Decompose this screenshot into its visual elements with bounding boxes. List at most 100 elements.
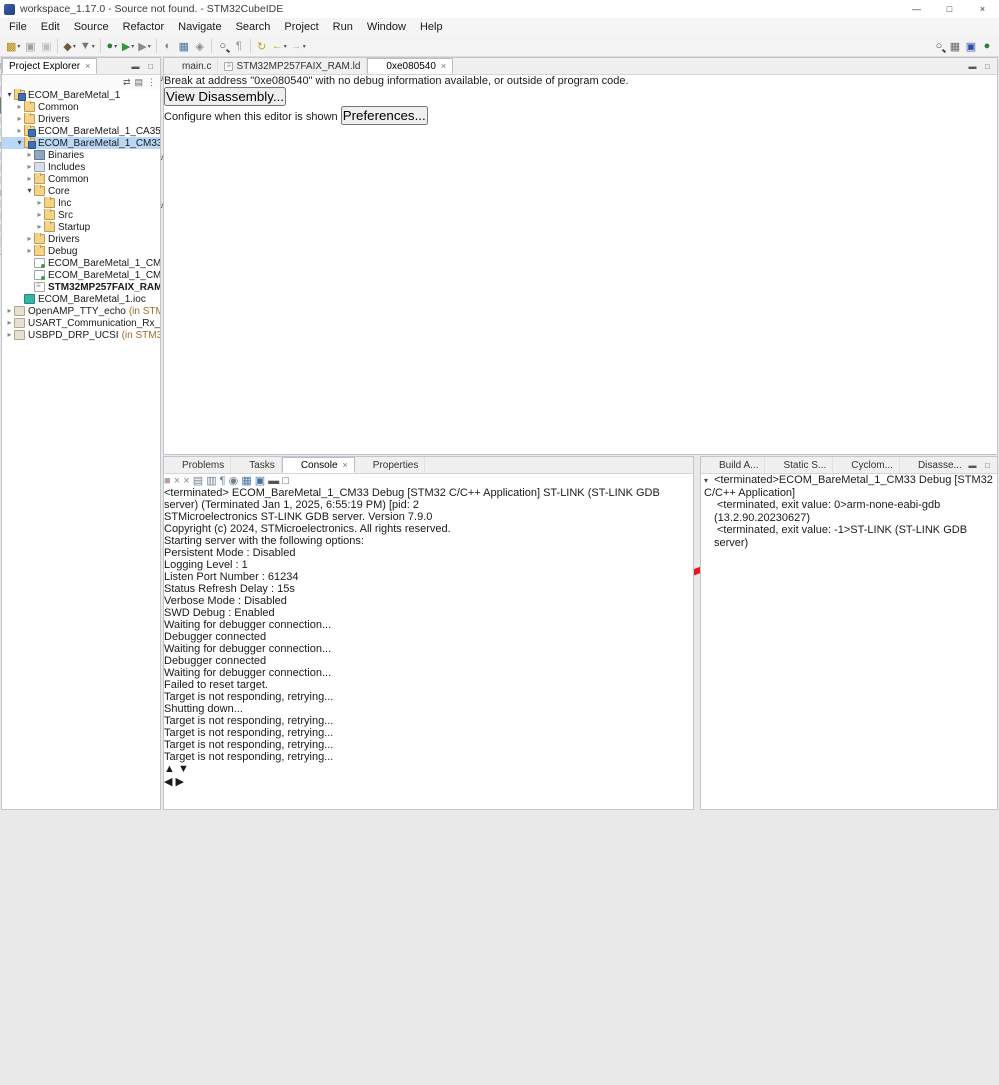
remove-launch-button[interactable]: × — [174, 475, 180, 487]
menu-file[interactable]: File — [2, 18, 34, 36]
tree-item[interactable]: Drivers — [2, 233, 160, 245]
tab-properties[interactable]: Properties — [355, 457, 426, 473]
scroll-lock-button[interactable]: ▥ — [206, 475, 216, 487]
tab-cyclomatic-complexity[interactable]: Cyclom... — [833, 457, 900, 473]
remove-all-terminated-button[interactable]: × — [183, 475, 189, 487]
expand-arrow-icon[interactable] — [35, 209, 44, 221]
scroll-right-icon[interactable]: ▶ — [176, 776, 184, 788]
tree-item[interactable]: ECOM_BareMetal_1_CM33 Debu... — [2, 257, 160, 269]
view-menu-button[interactable]: ⋮ — [147, 77, 156, 88]
program-device-button[interactable]: ◈ — [192, 38, 208, 55]
menu-run[interactable]: Run — [326, 18, 360, 36]
window-minimize-button[interactable]: — — [900, 0, 933, 18]
forward-button[interactable]: → — [289, 38, 308, 55]
debug-tree-item[interactable]: <terminated, exit value: -1>ST-LINK (ST-… — [701, 524, 997, 549]
search-icon[interactable]: ○ — [931, 38, 947, 55]
tree-item[interactable]: Includes — [2, 161, 160, 173]
clear-console-button[interactable]: ▤ — [193, 475, 203, 487]
tree-item[interactable]: Drivers — [2, 113, 160, 125]
expand-arrow-icon[interactable] — [15, 101, 24, 113]
expand-arrow-icon[interactable] — [25, 149, 34, 161]
external-tools-button[interactable]: ▶ — [136, 38, 152, 55]
menu-refactor[interactable]: Refactor — [116, 18, 172, 36]
tab-0xe080540[interactable]: 0xe080540 × — [367, 58, 454, 74]
cpp-perspective-button[interactable]: ▣ — [963, 38, 979, 55]
tab-main-c[interactable]: main.c — [164, 58, 219, 74]
debug-tree-item[interactable]: <terminated, exit value: 0>arm-none-eabi… — [701, 499, 997, 524]
tree-item[interactable]: ECOM_BareMetal_1_CM33 (in CM3 — [2, 137, 160, 149]
expand-arrow-icon[interactable] — [25, 245, 34, 257]
menu-search[interactable]: Search — [229, 18, 278, 36]
collapse-all-button[interactable]: ▤ — [134, 77, 143, 88]
expand-arrow-icon[interactable] — [5, 89, 14, 101]
menu-edit[interactable]: Edit — [34, 18, 67, 36]
expand-arrow-icon[interactable] — [5, 317, 14, 329]
console-output[interactable]: <terminated> ECOM_BareMetal_1_CM33 Debug… — [164, 487, 693, 763]
tab-close-icon[interactable]: × — [343, 460, 348, 470]
save-all-button[interactable]: ▣ — [38, 38, 54, 55]
tree-item[interactable]: Binaries — [2, 149, 160, 161]
tree-item[interactable]: Common — [2, 173, 160, 185]
tree-item[interactable]: ECOM_BareMetal_1.ioc — [2, 293, 160, 305]
expand-arrow-icon[interactable] — [15, 137, 24, 149]
tree-item[interactable]: Common — [2, 101, 160, 113]
expand-arrow-icon[interactable] — [25, 161, 34, 173]
build-config-button[interactable]: ▼ — [78, 38, 97, 55]
window-maximize-button[interactable]: □ — [933, 0, 966, 18]
expand-arrow-icon[interactable] — [25, 173, 34, 185]
tab-tasks[interactable]: Tasks — [231, 457, 282, 473]
save-button[interactable]: ▣ — [22, 38, 38, 55]
tab-close-icon[interactable]: × — [85, 61, 90, 71]
tree-item[interactable]: Debug — [2, 245, 160, 257]
pin-console-button[interactable]: ◉ — [229, 475, 239, 487]
debug-perspective-button[interactable]: ● — [979, 38, 995, 55]
window-close-button[interactable]: × — [966, 0, 999, 18]
display-selected-console-button[interactable]: ▦ — [241, 475, 251, 487]
new-wizard-button[interactable]: ▩ — [4, 38, 22, 55]
view-disassembly-button[interactable]: View Disassembly... — [164, 87, 287, 106]
menu-project[interactable]: Project — [277, 18, 325, 36]
expand-arrow-icon[interactable] — [25, 233, 34, 245]
tab-project-explorer[interactable]: Project Explorer × — [2, 58, 98, 74]
back-button[interactable]: ← — [270, 38, 289, 55]
search-button[interactable]: ○ — [215, 38, 231, 55]
tree-item[interactable]: ECOM_BareMetal_1_CM33 Debu... — [2, 269, 160, 281]
tree-item[interactable]: Inc — [2, 197, 160, 209]
tab-close-icon[interactable]: × — [441, 61, 446, 71]
open-perspective-button[interactable]: ▦ — [947, 38, 963, 55]
tab-build-analyzer[interactable]: Build A... — [701, 457, 766, 473]
tree-item[interactable]: Src — [2, 209, 160, 221]
run-button[interactable]: ▶ — [120, 38, 136, 55]
debug-button[interactable]: ● — [104, 38, 120, 55]
terminate-button[interactable]: ■ — [164, 475, 171, 487]
console-horizontal-scrollbar[interactable]: ◀ ▶ — [164, 775, 693, 788]
expand-arrow-icon[interactable] — [5, 305, 14, 317]
menu-source[interactable]: Source — [67, 18, 116, 36]
tree-item[interactable]: Core — [2, 185, 160, 197]
scroll-down-icon[interactable]: ▼ — [178, 763, 189, 775]
minimize-panel-button[interactable]: ▬ — [966, 461, 979, 470]
expand-arrow-icon[interactable] — [25, 185, 34, 197]
minimize-panel-button[interactable]: ▬ — [966, 62, 979, 71]
last-edit-location-button[interactable]: ↻ — [254, 38, 270, 55]
device-configuration-button[interactable]: ▦ — [176, 38, 192, 55]
tree-item[interactable]: USBPD_DRP_UCSI (in STM32CubeIDE) — [2, 329, 160, 341]
tab-disassembly[interactable]: Disasse... — [900, 457, 966, 473]
expand-arrow-icon[interactable] — [15, 125, 24, 137]
tab-static-stack-analyzer[interactable]: Static S... — [765, 457, 834, 473]
tree-item[interactable]: ECOM_BareMetal_1 — [2, 89, 160, 101]
preferences-button[interactable]: Preferences... — [340, 106, 428, 125]
minimize-panel-button[interactable]: ▬ — [129, 62, 142, 71]
minimize-panel-button[interactable]: ▬ — [268, 475, 279, 487]
maximize-panel-button[interactable]: □ — [981, 461, 994, 470]
open-console-button[interactable]: ▣ — [255, 475, 265, 487]
expand-arrow-icon[interactable] — [35, 221, 44, 233]
toggle-mark-occurrences-button[interactable]: ¶ — [231, 38, 247, 55]
maximize-panel-button[interactable]: □ — [144, 62, 157, 71]
scroll-up-icon[interactable]: ▲ — [164, 763, 175, 775]
tab-console[interactable]: Console × — [281, 457, 355, 473]
tree-item[interactable]: OpenAMP_TTY_echo (in STM32CubeID... — [2, 305, 160, 317]
debug-tree-item[interactable]: <terminated>ECOM_BareMetal_1_CM33 Debug … — [701, 474, 997, 499]
word-wrap-button[interactable]: ¶ — [220, 475, 226, 487]
menu-window[interactable]: Window — [360, 18, 413, 36]
